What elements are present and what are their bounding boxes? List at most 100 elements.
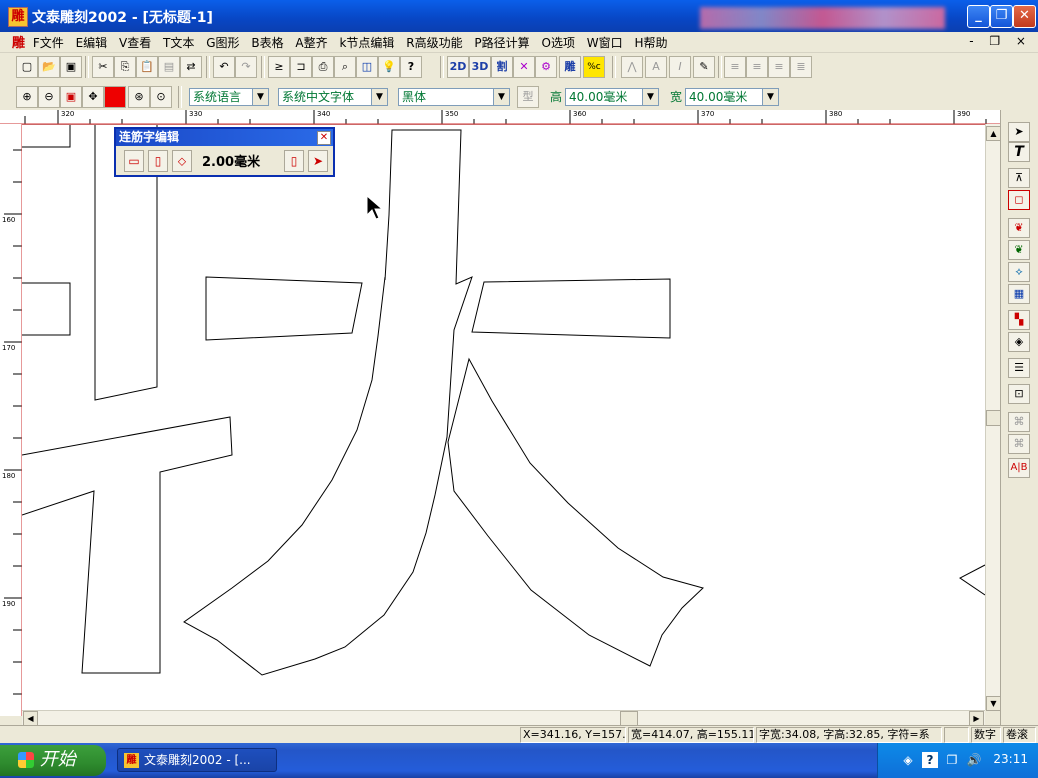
text-tool-icon[interactable]: T (1008, 142, 1030, 162)
align-right-icon[interactable]: ≡ (768, 56, 790, 78)
scroll-right-icon[interactable]: ▶ (969, 711, 984, 726)
cut-output-button[interactable]: 割 (491, 56, 513, 78)
align-left-icon[interactable]: ≡ (724, 56, 746, 78)
text-frame-icon[interactable]: A|B (1008, 458, 1030, 478)
clear-icon[interactable]: ✕ (513, 56, 535, 78)
color-fill-icon[interactable] (104, 86, 126, 108)
menu-text[interactable]: T文本 (159, 33, 198, 53)
menu-view[interactable]: V查看 (115, 33, 155, 53)
volume-icon[interactable]: 🔊 (966, 752, 982, 768)
menu-node-edit[interactable]: k节点编辑 (335, 33, 398, 53)
mdi-controls[interactable]: - ❐ × (969, 34, 1032, 48)
menu-options[interactable]: O选项 (538, 33, 579, 53)
vertical-scrollbar[interactable]: ▲ ▼ (985, 124, 1001, 711)
arrow-pointer-icon[interactable]: ➤ (1008, 122, 1030, 142)
palette-close-icon[interactable]: ✕ (317, 131, 331, 145)
outline-text-icon[interactable]: A (645, 56, 667, 78)
paragraph-icon[interactable]: ☰ (1008, 358, 1030, 378)
menu-path-calc[interactable]: P路径计算 (470, 33, 533, 53)
view-2d-button[interactable]: 2D (447, 56, 469, 78)
connect-edit-icon[interactable]: ◻ (1008, 190, 1030, 210)
horizontal-bar-icon[interactable]: ▭ (124, 150, 144, 172)
new-file-icon[interactable]: ▢ (16, 56, 38, 78)
view-3d-button[interactable]: 3D (469, 56, 491, 78)
italic-icon[interactable]: I (669, 56, 691, 78)
network-icon[interactable]: ◈ (900, 752, 916, 768)
align-center-icon[interactable]: ≡ (746, 56, 768, 78)
minimize-button[interactable]: _ (967, 5, 990, 28)
zoom-all-icon[interactable]: ⊛ (128, 86, 150, 108)
bulb-icon[interactable]: 💡 (378, 56, 400, 78)
pan-icon[interactable]: ✥ (82, 86, 104, 108)
status-scroll: 卷滚 (1003, 727, 1036, 743)
zoom-out-icon[interactable]: ⊖ (38, 86, 60, 108)
scroll-left-icon[interactable]: ◀ (23, 711, 38, 726)
menu-file[interactable]: F文件 (29, 33, 68, 53)
zoom-fit-icon[interactable]: ⊙ (150, 86, 172, 108)
tool-output-icon[interactable]: %c (583, 56, 605, 78)
color-grid-icon[interactable]: ▚ (1008, 310, 1030, 330)
restore-button[interactable]: ❐ (990, 5, 1013, 28)
print-icon[interactable]: ⎙ (312, 56, 334, 78)
help-icon[interactable]: ? (400, 56, 422, 78)
menu-help[interactable]: H帮助 (630, 33, 671, 53)
horizontal-scrollbar[interactable]: ◀ ▶ (22, 710, 985, 726)
paste-icon[interactable]: 📋 (136, 56, 158, 78)
stamp-alt-icon[interactable]: ⌘ (1008, 434, 1030, 454)
zoom-window-icon[interactable]: ▣ (60, 86, 82, 108)
page-icon[interactable]: ⊐ (290, 56, 312, 78)
redo-icon[interactable]: ↷ (235, 56, 257, 78)
arc-text-icon[interactable]: ⋀ (621, 56, 643, 78)
start-button[interactable]: 开始 (0, 745, 106, 776)
width-select[interactable]: 40.00毫米 ▼ (685, 88, 779, 106)
layout-icon[interactable]: ⊡ (1008, 384, 1030, 404)
zoom-in-icon[interactable]: ⊕ (16, 86, 38, 108)
language-select[interactable]: 系统语言 ▼ (189, 88, 269, 106)
node-edit-icon[interactable]: ⊼ (1008, 168, 1030, 188)
typeface-select[interactable]: 黑体 ▼ (398, 88, 510, 106)
vertical-ruler: 160 170 180 190 (0, 124, 23, 716)
drawing-canvas[interactable] (22, 124, 985, 711)
cherry-alt-icon[interactable]: ❦ (1008, 240, 1030, 260)
copy-icon[interactable]: ⎘ (114, 56, 136, 78)
table-icon[interactable]: ▦ (1008, 284, 1030, 304)
horizontal-scroll-thumb[interactable] (620, 711, 638, 726)
height-select[interactable]: 40.00毫米 ▼ (565, 88, 659, 106)
style-icon[interactable]: 型 (517, 86, 539, 108)
carve-button[interactable]: 雕 (559, 56, 581, 78)
fill-icon[interactable]: ◈ (1008, 332, 1030, 352)
undo-icon[interactable]: ↶ (213, 56, 235, 78)
diagonal-bar-icon[interactable]: ⬦ (172, 150, 192, 172)
cherry-icon[interactable]: ❦ (1008, 218, 1030, 238)
stamp-icon[interactable]: ⌘ (1008, 412, 1030, 432)
font-category-select[interactable]: 系统中文字体 ▼ (278, 88, 388, 106)
close-button[interactable]: ✕ (1013, 5, 1036, 28)
shape-icon[interactable]: ⟡ (1008, 262, 1030, 282)
menu-window[interactable]: W窗口 (583, 33, 627, 53)
print-preview-icon[interactable]: ⌕ (334, 56, 356, 78)
cut-icon[interactable]: ✂ (92, 56, 114, 78)
save-icon[interactable]: ▣ (60, 56, 82, 78)
scroll-up-icon[interactable]: ▲ (986, 126, 1001, 141)
path-icon[interactable]: ⚙ (535, 56, 557, 78)
open-folder-icon[interactable]: 📂 (38, 56, 60, 78)
menu-align[interactable]: A整齐 (291, 33, 331, 53)
taskbar-app-item[interactable]: 雕文泰雕刻2002 - [... (117, 748, 277, 772)
help-tray-icon[interactable]: ? (922, 752, 938, 768)
vertical-bar-icon[interactable]: ▯ (148, 150, 168, 172)
menu-table[interactable]: B表格 (247, 33, 287, 53)
paste-special-icon[interactable]: ▤ (158, 56, 180, 78)
menu-advanced[interactable]: R高级功能 (402, 33, 466, 53)
import-icon[interactable]: ≥ (268, 56, 290, 78)
frame-icon[interactable]: ◫ (356, 56, 378, 78)
window-tray-icon[interactable]: ❐ (944, 752, 960, 768)
menu-edit[interactable]: E编辑 (72, 33, 112, 53)
frame-bar-icon[interactable]: ▯ (284, 150, 304, 172)
edit-text-icon[interactable]: ✎ (693, 56, 715, 78)
palette-pointer-icon[interactable]: ➤ (308, 150, 328, 172)
vertical-scroll-thumb[interactable] (986, 410, 1001, 426)
scroll-down-icon[interactable]: ▼ (986, 696, 1001, 711)
menu-graphics[interactable]: G图形 (202, 33, 243, 53)
justify-icon[interactable]: ≣ (790, 56, 812, 78)
transform-icon[interactable]: ⇄ (180, 56, 202, 78)
